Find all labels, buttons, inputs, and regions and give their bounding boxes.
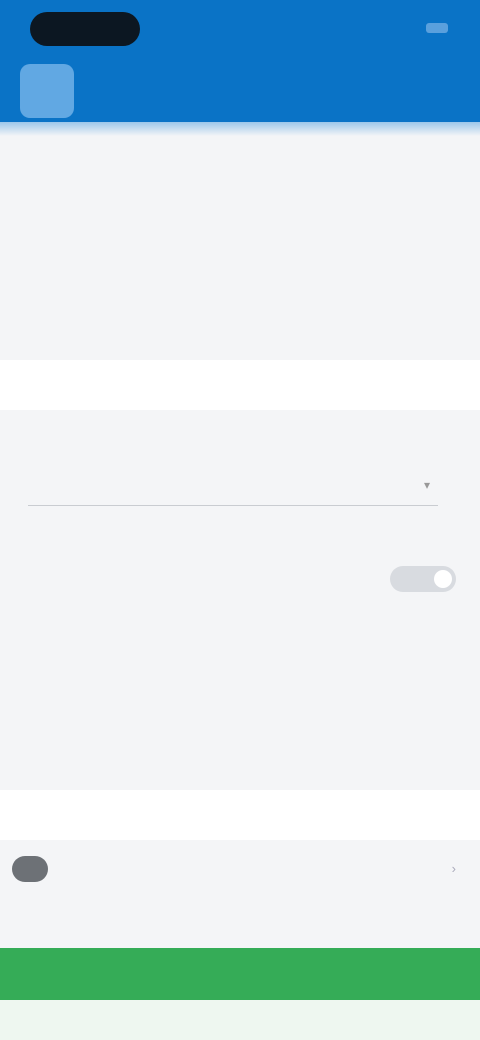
app-icon[interactable] [20,64,74,118]
status-time-pill [30,12,140,46]
chevron-down-icon: ▾ [423,478,430,492]
header-shadow [0,122,480,136]
header [0,0,480,122]
link-row[interactable]: › [0,848,480,890]
chevron-right-icon: › [451,861,456,876]
dropdown-label-row [0,436,480,460]
battery-icon [426,23,448,33]
avatar [12,856,48,882]
status-indicators [418,18,448,38]
settings-row[interactable] [0,190,480,220]
app-bar [0,58,480,122]
bottom-area [0,1000,480,1040]
section-title [24,140,234,164]
settings-dropdown[interactable]: ▾ [28,466,438,506]
toggle-knob [434,570,452,588]
settings-row-highlight[interactable] [0,790,480,840]
app-title [175,78,315,102]
settings-row-highlight[interactable] [0,360,480,410]
settings-toggle[interactable] [390,566,456,592]
status-bar [0,0,480,56]
settings-row[interactable] [0,300,480,348]
primary-action-button[interactable] [0,948,480,1000]
settings-row[interactable] [0,248,480,278]
settings-row[interactable] [0,740,480,770]
